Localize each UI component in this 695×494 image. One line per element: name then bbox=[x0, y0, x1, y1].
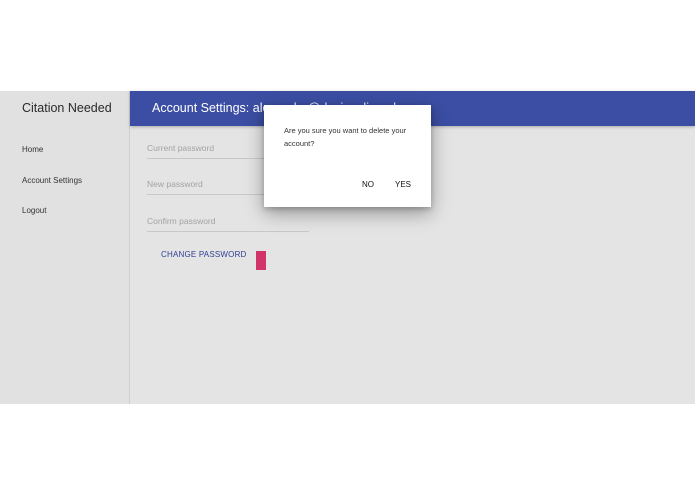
delete-account-button[interactable] bbox=[256, 251, 266, 270]
confirm-delete-dialog: Are you sure you want to delete your acc… bbox=[264, 105, 431, 207]
sidebar: Citation Needed Home Account Settings Lo… bbox=[0, 91, 130, 404]
sidebar-item-account-settings[interactable]: Account Settings bbox=[22, 176, 82, 185]
confirm-password-field bbox=[147, 214, 309, 232]
confirm-password-input[interactable] bbox=[147, 216, 292, 226]
change-password-button[interactable]: CHANGE PASSWORD bbox=[161, 250, 247, 259]
dialog-message: Are you sure you want to delete your acc… bbox=[284, 126, 407, 148]
sidebar-item-home[interactable]: Home bbox=[22, 145, 43, 154]
dialog-no-button[interactable]: NO bbox=[362, 180, 374, 189]
app-brand: Citation Needed bbox=[22, 101, 112, 115]
dialog-yes-button[interactable]: YES bbox=[395, 180, 411, 189]
sidebar-item-logout[interactable]: Logout bbox=[22, 206, 46, 215]
